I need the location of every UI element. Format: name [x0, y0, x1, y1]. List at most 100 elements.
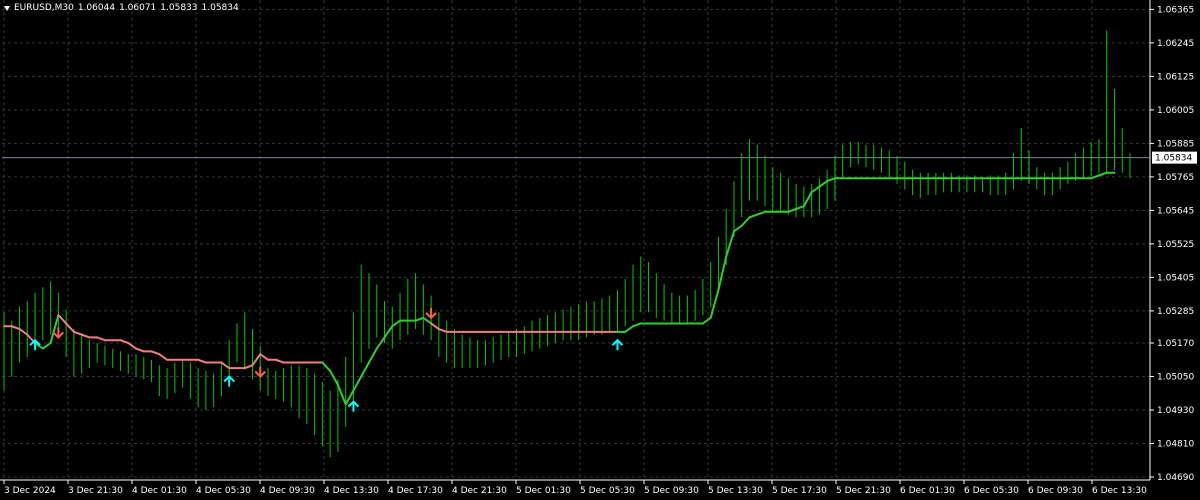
signal-arrows: [29, 307, 624, 412]
time-tick-label: 4 Dec 01:30: [132, 486, 187, 496]
indicator-segment: [1097, 171, 1108, 177]
buy-arrow-icon: [223, 375, 235, 387]
price-tick-label: 1.04810: [1157, 440, 1194, 450]
price-tick-label: 1.05645: [1157, 206, 1194, 216]
indicator-segment: [414, 316, 425, 322]
indicator-segment: [732, 224, 743, 233]
indicator-segment: [437, 328, 448, 333]
buy-arrow-icon: [611, 338, 624, 351]
time-tick-label: 5 Dec 09:30: [644, 486, 699, 496]
indicator-segment: [826, 177, 836, 183]
indicator-segment: [18, 328, 29, 336]
indicator-segment: [274, 358, 285, 364]
indicator-segment: [795, 205, 805, 210]
price-tick-label: 1.06125: [1157, 72, 1194, 82]
indicator-segment: [80, 333, 91, 339]
indicator-segment: [632, 322, 642, 328]
price-chart[interactable]: 1.06365 1.06245 1.06125 1.06005 1.05885 1.057…: [0, 0, 1200, 500]
indicator-segment: [360, 361, 370, 378]
indicator-segment: [329, 369, 339, 386]
indicator-segment: [624, 325, 635, 333]
time-axis[interactable]: 3 Dec 2024 3 Dec 21:30 4 Dec 01:30 4 Dec 05…: [3, 480, 1147, 496]
open-value: 1.06044: [77, 3, 116, 13]
indicator-segment: [709, 288, 720, 319]
price-axis[interactable]: 1.06365 1.06245 1.06125 1.06005 1.05885 1.057…: [1150, 5, 1197, 483]
indicator-segment: [756, 210, 767, 216]
indicator-segment: [375, 336, 386, 350]
time-tick-label: 5 Dec 21:30: [836, 486, 891, 496]
indicator-segment: [220, 361, 231, 370]
price-tick-label: 1.05285: [1157, 307, 1194, 317]
indicator-segment: [717, 255, 728, 291]
chart-window[interactable]: 1.06365 1.06245 1.06125 1.06005 1.05885 1.057…: [0, 0, 1200, 500]
indicator-line: [3, 171, 1116, 406]
indicator-segment: [740, 216, 751, 227]
sell-arrow-icon: [254, 366, 266, 378]
indicator-segment: [391, 319, 402, 328]
indicator-segment: [818, 180, 829, 188]
indicator-segment: [10, 325, 21, 331]
price-tick-label: 1.05405: [1157, 273, 1194, 283]
time-tick-label: 3 Dec 21:30: [68, 486, 123, 496]
price-tick-label: 1.04930: [1157, 406, 1194, 416]
price-tick-label: 1.05050: [1157, 373, 1194, 383]
low-value: 1.05833: [160, 3, 198, 13]
indicator-segment: [352, 375, 363, 392]
indicator-segment: [96, 336, 106, 342]
time-tick-label: 3 Dec 2024: [4, 486, 56, 496]
indicator-segment: [150, 350, 161, 356]
time-tick-label: 4 Dec 21:30: [452, 486, 507, 496]
indicator-segment: [65, 322, 75, 333]
indicator-segment: [41, 342, 52, 350]
indicator-segment: [158, 353, 169, 361]
indicator-segment: [135, 347, 145, 353]
time-tick-label: 6 Dec 09:30: [1028, 486, 1083, 496]
symbol-label: EURUSD,M30: [14, 3, 74, 13]
time-tick-label: 6 Dec 13:30: [1092, 486, 1147, 496]
indicator-segment: [243, 364, 254, 370]
price-tick-label: 1.05525: [1157, 240, 1194, 250]
indicator-segment: [336, 383, 347, 406]
price-tick-label: 1.05170: [1157, 339, 1194, 349]
indicator-segment: [802, 191, 813, 208]
time-tick-label: 5 Dec 13:30: [708, 486, 763, 496]
high-value: 1.06071: [119, 3, 157, 13]
indicator-segment: [810, 185, 821, 194]
time-tick-label: 6 Dec 05:30: [964, 486, 1019, 496]
time-tick-label: 6 Dec 01:30: [900, 486, 955, 496]
indicator-segment: [787, 208, 798, 213]
indicator-segment: [57, 314, 68, 325]
time-tick-label: 4 Dec 13:30: [324, 486, 379, 496]
ohlc-values: 1.06044 1.06071 1.05833 1.05834: [78, 3, 243, 13]
chart-menu-triangle-icon[interactable]: [4, 5, 10, 11]
price-tick-label: 1.05765: [1157, 173, 1194, 183]
time-tick-label: 4 Dec 09:30: [260, 486, 315, 496]
current-price-tag-label: 1.05834: [1155, 154, 1192, 164]
indicator-segment: [251, 353, 262, 367]
indicator-segment: [383, 325, 394, 339]
indicator-segment: [259, 353, 270, 361]
close-value: 1.05834: [201, 3, 239, 13]
time-tick-label: 4 Dec 05:30: [196, 486, 251, 496]
indicator-segment: [49, 314, 60, 344]
price-tick-label: 1.06365: [1157, 5, 1194, 15]
indicator-segment: [701, 316, 712, 325]
time-tick-label: 5 Dec 01:30: [516, 486, 571, 496]
indicator-segment: [367, 347, 378, 364]
time-tick-label: 4 Dec 17:30: [388, 486, 443, 496]
indicator-segment: [748, 213, 759, 219]
chart-header: EURUSD,M30 1.06044 1.06071 1.05833 1.05834: [4, 3, 243, 13]
indicator-segment: [725, 230, 735, 258]
indicator-segment: [119, 339, 130, 344]
indicator-segment: [197, 358, 207, 364]
indicator-segment: [72, 330, 83, 336]
price-tick-label: 1.04690: [1157, 473, 1194, 483]
time-tick-label: 5 Dec 17:30: [772, 486, 827, 496]
chart-grid: [0, 0, 1151, 481]
price-tick-label: 1.05885: [1157, 139, 1194, 149]
price-tick-label: 1.06245: [1157, 39, 1194, 49]
price-tick-label: 1.06005: [1157, 106, 1194, 116]
sell-arrow-icon: [425, 307, 437, 320]
time-tick-label: 5 Dec 05:30: [580, 486, 635, 496]
indicator-segment: [422, 316, 433, 325]
